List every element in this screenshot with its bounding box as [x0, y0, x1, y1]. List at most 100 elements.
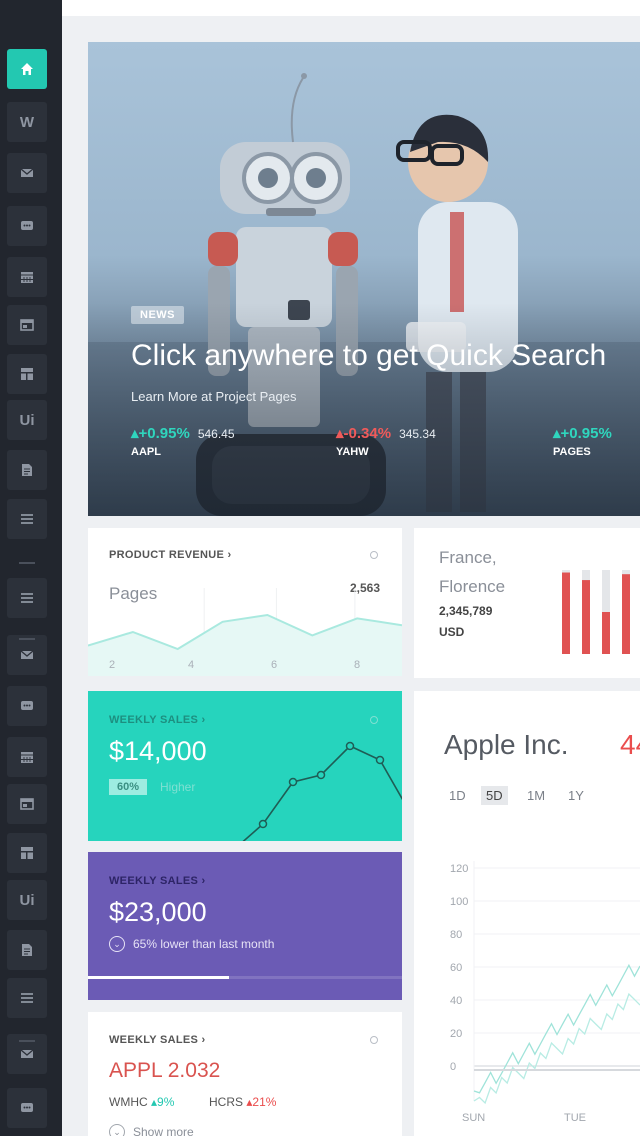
- sidebar-item-document-8[interactable]: [7, 450, 47, 490]
- document-icon: [20, 943, 34, 957]
- stock-series-line: [473, 963, 640, 1094]
- sidebar-divider: [19, 562, 35, 564]
- ticker-yahw[interactable]: ▴-0.34% 345.34 YAHW: [336, 424, 436, 458]
- sidebar-item-chat-3[interactable]: [7, 206, 47, 246]
- sidebar-item-ui-7[interactable]: Ui: [7, 400, 47, 440]
- chat-icon: [20, 1101, 34, 1115]
- browser-icon: [20, 318, 34, 332]
- x-tick-label: SUN: [462, 1112, 485, 1124]
- chevron-down-icon: ⌄: [109, 936, 125, 952]
- layout-icon: [20, 846, 34, 860]
- weekly-sales-sparkline: [242, 741, 402, 841]
- document-icon: [20, 463, 34, 477]
- ticker-price: 546.45: [197, 427, 235, 441]
- chevron-down-icon: ⌄: [109, 1124, 125, 1136]
- x-tick-label: 2: [109, 659, 115, 671]
- sidebar-item-calendar-13[interactable]: [7, 737, 47, 777]
- card-options-icon[interactable]: [370, 1036, 378, 1044]
- y-tick-label: 60: [450, 962, 462, 974]
- ticker-symbol: YAHW: [336, 446, 369, 458]
- bar-fill: [562, 572, 570, 654]
- trend-note: 65% lower than last month: [133, 937, 275, 951]
- show-more-button[interactable]: ⌄ Show more: [109, 1124, 194, 1136]
- ticker-change: ▴+0.95%: [553, 425, 612, 442]
- ticker-pages[interactable]: ▴+0.95% PAGES: [553, 424, 612, 458]
- sparkline-point: [375, 755, 385, 765]
- mail-icon: [20, 648, 34, 662]
- weekly-sales-card-white: WEEKLY SALES › APPL 2.032 WMHC ▴9% HCRS …: [88, 1012, 402, 1136]
- sidebar-item-layout-15[interactable]: [7, 833, 47, 873]
- bar-fill: [622, 574, 630, 654]
- x-tick-label: TUE: [564, 1112, 586, 1124]
- sparkline-point: [258, 819, 268, 829]
- sidebar-item-widgets-1[interactable]: W: [7, 102, 47, 142]
- sidebar-divider: [19, 638, 35, 640]
- y-tick-label: 120: [450, 863, 468, 875]
- y-tick-label: 40: [450, 995, 462, 1007]
- news-badge: NEWS: [131, 306, 184, 324]
- sidebar-item-layout-6[interactable]: [7, 354, 47, 394]
- ui-icon: Ui: [19, 891, 35, 909]
- home-icon: [20, 62, 34, 76]
- stock-chart-card: Apple Inc. 44 1D5D1M1Y 120100806040200SU…: [414, 691, 640, 1136]
- ticker-symbol: PAGES: [553, 446, 591, 458]
- sidebar-item-browser-5[interactable]: [7, 305, 47, 345]
- stock-line-chart: 120 100 80 60 40 20 0 SUN TUE: [450, 861, 640, 1124]
- x-tick-label: 6: [271, 659, 277, 671]
- mail-icon: [20, 166, 34, 180]
- weekly-sales-amount: $23,000: [109, 897, 207, 927]
- trend-arrow-icon: ▴: [131, 425, 139, 442]
- calendar-icon: [20, 270, 34, 284]
- hero-banner[interactable]: NEWS Click anywhere to get Quick Search …: [88, 42, 640, 516]
- sidebar: W Ui Ui: [0, 0, 62, 1136]
- calendar-icon: [20, 750, 34, 764]
- weekly-sales-link[interactable]: WEEKLY SALES ›: [109, 1034, 206, 1046]
- sales-progress-track: [88, 976, 402, 979]
- location-bar-chart: [562, 570, 630, 654]
- ticker-price: 345.34: [399, 427, 436, 441]
- sidebar-item-list-10[interactable]: [7, 578, 47, 618]
- y-tick-label: 80: [450, 929, 462, 941]
- trend-row: ⌄ 65% lower than last month: [109, 936, 274, 952]
- ticker-symbol: AAPL: [131, 446, 161, 458]
- trend-arrow-icon: ▴: [336, 425, 344, 442]
- ticker-value: APPL 2.032: [109, 1059, 221, 1082]
- weekly-sales-card-teal: WEEKLY SALES › $14,000 60% Higher: [88, 691, 402, 841]
- y-tick-label: 100: [450, 896, 468, 908]
- sidebar-item-chat-12[interactable]: [7, 686, 47, 726]
- sidebar-item-browser-14[interactable]: [7, 784, 47, 824]
- weekly-sales-card-purple: WEEKLY SALES › $23,000 ⌄ 65% lower than …: [88, 852, 402, 1000]
- stock-series-line: [473, 992, 640, 1105]
- top-bar: [62, 0, 640, 16]
- y-tick-label: 0: [450, 1061, 456, 1073]
- ui-icon: Ui: [19, 411, 35, 429]
- sparkline-point: [316, 770, 326, 780]
- hero-title[interactable]: Click anywhere to get Quick Search: [131, 339, 606, 373]
- dashboard-page: W Ui Ui NEWS Click anywhere to get Quick…: [0, 0, 640, 1136]
- bar-fill: [602, 612, 610, 654]
- sidebar-item-home-0[interactable]: [7, 49, 47, 89]
- product-revenue-card: PRODUCT REVENUE › Pages 2,563 2468: [88, 528, 402, 676]
- ticker-change: ▴-0.34%: [336, 425, 392, 442]
- sidebar-divider: [19, 1040, 35, 1042]
- sidebar-item-ui-16[interactable]: Ui: [7, 880, 47, 920]
- list-icon: [20, 512, 34, 526]
- location-revenue-card: France, Florence 2,345,789 USD: [414, 528, 640, 678]
- x-tick-label: 4: [188, 659, 194, 671]
- sidebar-item-list-9[interactable]: [7, 499, 47, 539]
- sidebar-item-list-18[interactable]: [7, 978, 47, 1018]
- stat-wmhc: WMHC ▴9%: [109, 1095, 175, 1109]
- sidebar-item-mail-11[interactable]: [7, 635, 47, 675]
- learn-more-link[interactable]: Learn More at Project Pages: [131, 389, 296, 404]
- ticker-change: ▴+0.95%: [131, 425, 190, 442]
- chat-icon: [20, 699, 34, 713]
- sidebar-item-calendar-4[interactable]: [7, 257, 47, 297]
- sparkline-point: [345, 741, 355, 751]
- weekly-sales-link[interactable]: WEEKLY SALES ›: [109, 875, 206, 887]
- ticker-aapl[interactable]: ▴+0.95% 546.45 AAPL: [131, 424, 235, 458]
- sidebar-item-document-17[interactable]: [7, 930, 47, 970]
- list-icon: [20, 591, 34, 605]
- mail-icon: [20, 1047, 34, 1061]
- sidebar-item-mail-2[interactable]: [7, 153, 47, 193]
- sidebar-item-chat-20[interactable]: [7, 1088, 47, 1128]
